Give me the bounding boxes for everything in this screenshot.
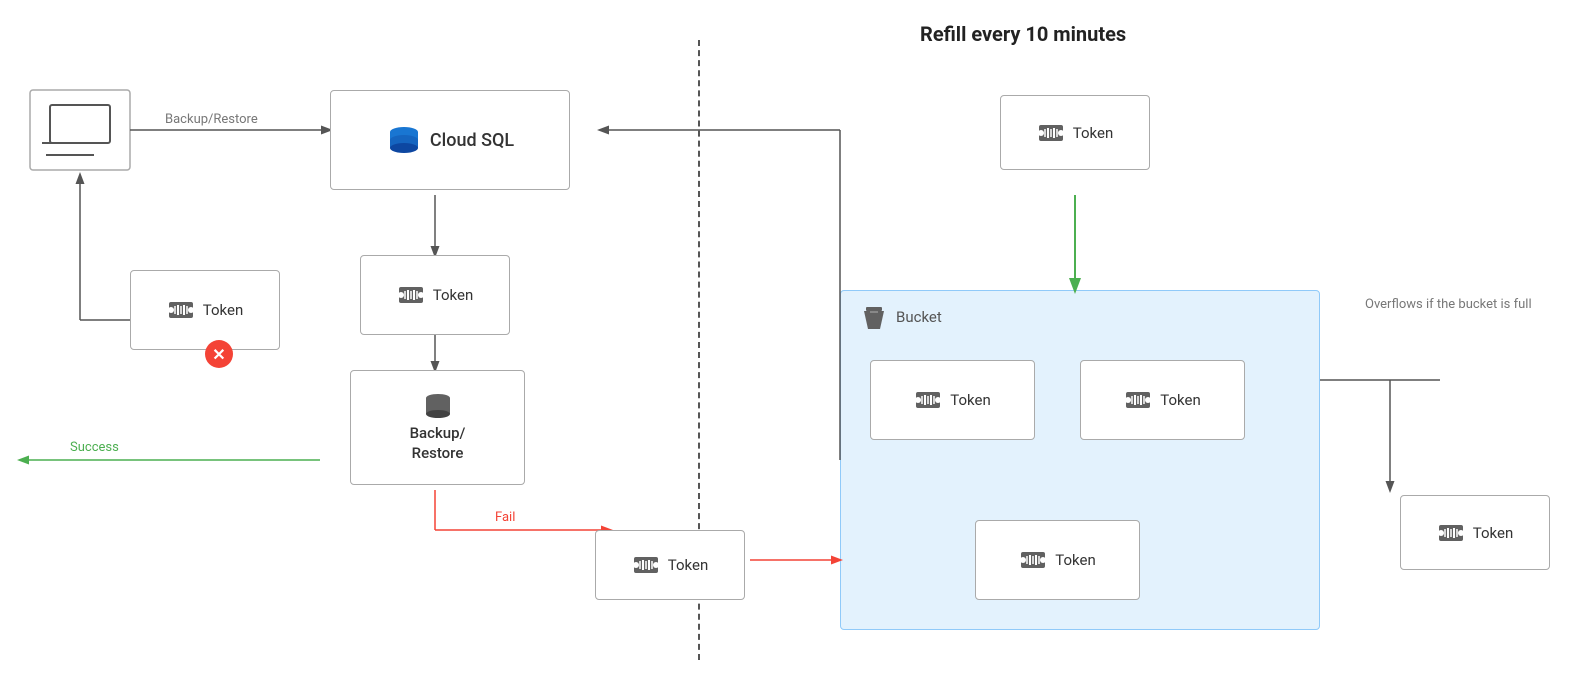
token1-label: Token [203,301,243,319]
token-refill-label: Token [1073,124,1113,142]
bucket-icon [860,303,888,331]
backup-restore-node: Backup/Restore [350,370,525,485]
token2-label: Token [433,286,473,304]
token-refill-icon [1037,123,1065,143]
cloud-sql-label: Cloud SQL [430,130,514,151]
token-bucket3-node: Token [975,520,1140,600]
token-bucket2-icon [1124,390,1152,410]
token-bucket3-label: Token [1055,551,1095,569]
diagram-title: Refill every 10 minutes [920,22,1126,46]
token-bucket3-icon [1019,550,1047,570]
token1-node: Token [130,270,280,350]
token-refill-node: Token [1000,95,1150,170]
token-fail-icon [632,555,660,575]
cloud-sql-node: Cloud SQL [330,90,570,190]
error-badge: ✕ [205,340,233,368]
token-fail-node: Token [595,530,745,600]
backup-icon [422,392,454,420]
token2-node: Token [360,255,510,335]
token-overflow-icon [1437,523,1465,543]
fail-label: Fail [495,510,515,525]
token-overflow-label: Token [1473,524,1513,542]
token-bucket1-node: Token [870,360,1035,440]
token2-icon [397,285,425,305]
token-bucket2-label: Token [1160,391,1200,409]
token-fail-label: Token [668,556,708,574]
token-bucket1-icon [914,390,942,410]
bucket-label-container: Bucket [860,303,942,331]
diagram: Refill every 10 minutes [0,0,1582,690]
cloud-sql-icon [386,122,422,158]
token1-icon [167,300,195,320]
overflows-label: Overflows if the bucket is full [1365,295,1532,315]
token-bucket2-node: Token [1080,360,1245,440]
bucket-label: Bucket [896,308,942,326]
token-bucket1-label: Token [950,391,990,409]
success-label: Success [70,440,119,455]
token-overflow-node: Token [1400,495,1550,570]
backup-restore-label: Backup/Restore [410,424,466,463]
backup-restore-arrow-label: Backup/Restore [165,112,258,127]
